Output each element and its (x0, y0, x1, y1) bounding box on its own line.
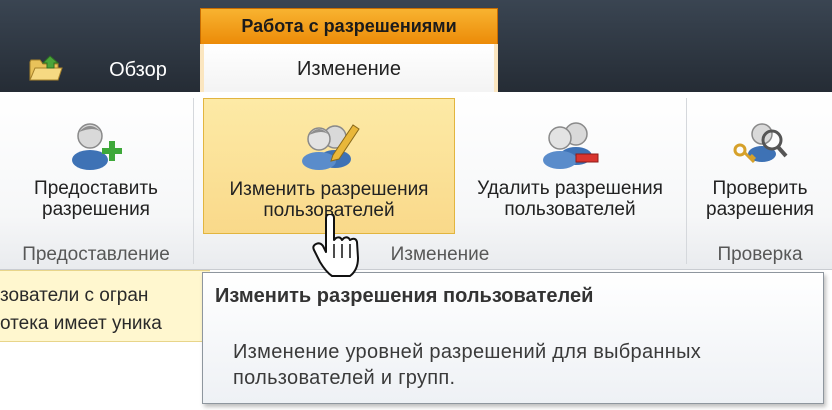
grant-permissions-button[interactable]: Предоставить разрешения (8, 98, 184, 234)
group-label-grant: Предоставление (22, 244, 170, 265)
tooltip-body-line: Изменение уровней разрешений для выбранн… (233, 341, 702, 363)
check-permissions-icon (733, 123, 788, 164)
remove-user-permissions-label-line2: пользователей (504, 199, 636, 220)
tab-edit[interactable]: Изменение (204, 44, 494, 94)
hand-cursor-icon (312, 214, 359, 277)
edit-user-permissions-label-line1: Изменить разрешения (229, 179, 429, 200)
grant-permissions-label-line2: разрешения (42, 199, 150, 220)
tab-browse[interactable]: Обзор (98, 54, 178, 86)
group-separator (193, 98, 194, 264)
remove-user-permissions-icon (543, 122, 599, 169)
ribbon: Предоставить разрешения Предоставление И… (0, 92, 832, 270)
grant-permissions-icon (72, 123, 122, 170)
check-permissions-label-line2: разрешения (706, 199, 814, 220)
tooltip: Изменить разрешения пользователей Измене… (202, 272, 824, 404)
edit-user-permissions-icon (302, 124, 360, 170)
tooltip-title: Изменить разрешения пользователей (215, 285, 594, 307)
folder-up-icon[interactable] (28, 54, 64, 82)
group-label-check: Проверка (717, 244, 803, 265)
group-separator (686, 98, 687, 264)
remove-user-permissions-label-line1: Удалить разрешения (477, 178, 663, 199)
check-permissions-button[interactable]: Проверить разрешения (692, 98, 828, 234)
ribbon-group-check: Проверить разрешения Проверка (688, 92, 832, 270)
status-message-line: зователи с огран (0, 285, 149, 306)
ribbon-group-edit: Изменить разрешения пользователей Удалит… (195, 92, 685, 270)
ribbon-group-grant: Предоставить разрешения Предоставление (0, 92, 192, 270)
contextual-tab-group-label: Работа с разрешениями (200, 8, 498, 44)
grant-permissions-label-line1: Предоставить (34, 178, 158, 199)
status-message-line: отека имеет уника (0, 313, 162, 334)
group-label-edit: Изменение (390, 244, 490, 265)
status-message-bar: зователи с огран отека имеет уника (0, 270, 210, 342)
tooltip-body-line: пользователей и групп. (233, 367, 456, 389)
check-permissions-label-line1: Проверить (712, 178, 808, 199)
tooltip-body: Изменение уровней разрешений для выбранн… (233, 339, 813, 391)
remove-user-permissions-button[interactable]: Удалить разрешения пользователей (459, 98, 681, 234)
